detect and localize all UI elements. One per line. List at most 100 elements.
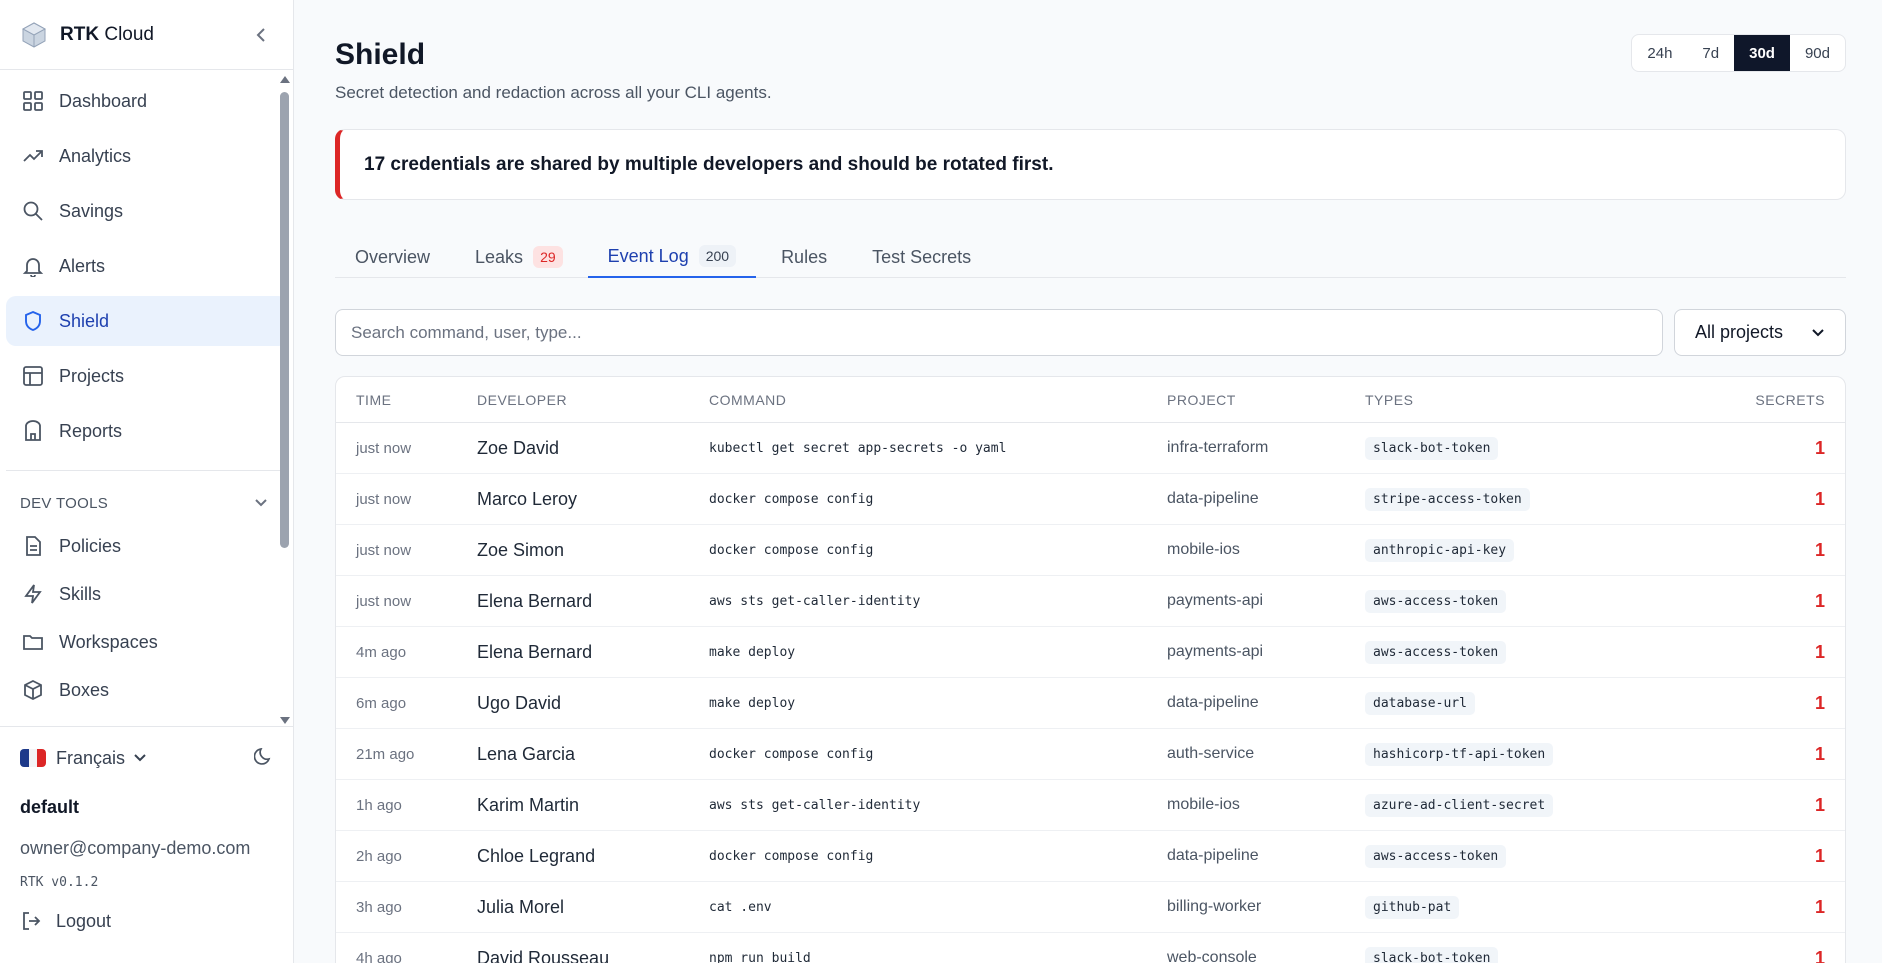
sidebar-item-policies[interactable]: Policies bbox=[6, 523, 288, 569]
range-90d-button[interactable]: 90d bbox=[1790, 35, 1845, 71]
sidebar-item-shield[interactable]: Shield bbox=[6, 296, 288, 346]
cell-secrets: 1 bbox=[1814, 437, 1825, 458]
section-dev-tools-toggle[interactable]: DEV TOOLS bbox=[0, 485, 294, 521]
table-row[interactable]: just now Elena Bernard aws sts get-calle… bbox=[336, 576, 1845, 627]
sidebar-item-reports[interactable]: Reports bbox=[6, 406, 288, 456]
cell-developer: Elena Bernard bbox=[477, 641, 593, 662]
cell-secrets: 1 bbox=[1814, 539, 1825, 560]
column-header-command[interactable]: COMMAND bbox=[709, 392, 1167, 408]
shield-icon bbox=[21, 309, 45, 333]
cell-secrets: 1 bbox=[1814, 845, 1825, 866]
cell-time: 4h ago bbox=[356, 949, 402, 963]
page-subtitle: Secret detection and redaction across al… bbox=[335, 83, 772, 102]
time-range-selector: 24h 7d 30d 90d bbox=[1631, 34, 1846, 72]
tab-label: Rules bbox=[781, 246, 828, 267]
project-filter-select[interactable]: All projects bbox=[1674, 309, 1846, 356]
cell-command: kubectl get secret app-secrets -o yaml bbox=[709, 440, 1007, 456]
nav-divider bbox=[6, 470, 288, 471]
table-row[interactable]: 2h ago Chloe Legrand docker compose conf… bbox=[336, 831, 1845, 882]
chevron-down-icon bbox=[1812, 328, 1824, 336]
column-header-developer[interactable]: DEVELOPER bbox=[477, 392, 709, 408]
secret-type-chip: github-pat bbox=[1365, 895, 1460, 919]
secret-type-chip: aws-access-token bbox=[1365, 640, 1507, 664]
cell-time: just now bbox=[356, 592, 412, 610]
tab-label: Leaks bbox=[475, 246, 524, 267]
sidebar-item-savings[interactable]: Savings bbox=[6, 186, 288, 236]
table-row[interactable]: 4h ago David Rousseau npm run build web-… bbox=[336, 933, 1845, 963]
chevron-down-icon bbox=[134, 754, 146, 762]
scroll-up-arrow-icon[interactable] bbox=[280, 76, 290, 83]
table-row[interactable]: 1h ago Karim Martin aws sts get-caller-i… bbox=[336, 780, 1845, 831]
tab-overview[interactable]: Overview bbox=[335, 236, 450, 278]
language-selector[interactable]: Français bbox=[20, 748, 147, 769]
secret-type-chip: slack-bot-token bbox=[1365, 436, 1499, 460]
sidebar-item-skills[interactable]: Skills bbox=[6, 571, 288, 617]
column-header-time[interactable]: TIME bbox=[336, 392, 477, 408]
cell-developer: Marco Leroy bbox=[477, 488, 578, 509]
event-count-badge: 200 bbox=[698, 245, 737, 267]
range-30d-button[interactable]: 30d bbox=[1734, 35, 1790, 71]
sidebar-item-boxes[interactable]: Boxes bbox=[6, 667, 288, 713]
tab-rules[interactable]: Rules bbox=[761, 236, 847, 278]
column-header-project[interactable]: PROJECT bbox=[1167, 392, 1365, 408]
sidebar-item-dashboard[interactable]: Dashboard bbox=[6, 76, 288, 126]
secret-type-chip: hashicorp-tf-api-token bbox=[1365, 742, 1554, 766]
cell-time: just now bbox=[356, 490, 412, 508]
france-flag-icon bbox=[20, 749, 46, 767]
sidebar: RTK Cloud Dashboard Analytics Savings Al… bbox=[0, 0, 294, 963]
table-row[interactable]: 3h ago Julia Morel cat .env billing-work… bbox=[336, 882, 1845, 933]
collapse-sidebar-button[interactable] bbox=[249, 23, 273, 47]
sidebar-item-analytics[interactable]: Analytics bbox=[6, 131, 288, 181]
cell-time: 1h ago bbox=[356, 796, 402, 814]
secret-type-chip: stripe-access-token bbox=[1365, 487, 1530, 511]
range-7d-button[interactable]: 7d bbox=[1687, 35, 1734, 71]
cell-developer: Zoe Simon bbox=[477, 539, 565, 560]
sidebar-item-label: Workspaces bbox=[59, 631, 158, 652]
search-icon bbox=[21, 199, 45, 223]
cell-secrets: 1 bbox=[1814, 692, 1825, 713]
cell-project: payments-api bbox=[1167, 643, 1264, 660]
tab-event-log[interactable]: Event Log 200 bbox=[587, 236, 757, 278]
moon-icon bbox=[253, 747, 271, 765]
range-24h-button[interactable]: 24h bbox=[1632, 35, 1687, 71]
secret-type-chip: azure-ad-client-secret bbox=[1365, 793, 1554, 817]
shield-tabs: Overview Leaks 29 Event Log 200 Rules Te… bbox=[335, 236, 1846, 278]
tab-leaks[interactable]: Leaks 29 bbox=[455, 236, 583, 278]
scrollbar-thumb[interactable] bbox=[280, 92, 289, 548]
secret-type-chip: slack-bot-token bbox=[1365, 946, 1499, 963]
cell-secrets: 1 bbox=[1814, 896, 1825, 917]
table-row[interactable]: just now Zoe Simon docker compose config… bbox=[336, 525, 1845, 576]
sidebar-item-alerts[interactable]: Alerts bbox=[6, 241, 288, 291]
scroll-down-arrow-icon[interactable] bbox=[280, 717, 290, 724]
search-input[interactable] bbox=[335, 309, 1663, 356]
sidebar-item-label: Projects bbox=[59, 365, 125, 386]
sidebar-scrollbar[interactable] bbox=[277, 76, 291, 724]
tab-test-secrets[interactable]: Test Secrets bbox=[852, 236, 991, 278]
trend-icon bbox=[21, 144, 45, 168]
report-icon bbox=[21, 419, 45, 443]
sidebar-item-label: Boxes bbox=[59, 679, 110, 700]
chevron-down-icon bbox=[255, 499, 267, 507]
cell-command: docker compose config bbox=[709, 491, 874, 507]
cell-command: docker compose config bbox=[709, 848, 874, 864]
language-row: Français bbox=[20, 727, 274, 789]
column-header-types[interactable]: TYPES bbox=[1365, 392, 1745, 408]
sidebar-item-workspaces[interactable]: Workspaces bbox=[6, 619, 288, 665]
cell-command: docker compose config bbox=[709, 746, 874, 762]
leaks-count-badge: 29 bbox=[533, 246, 563, 268]
table-row[interactable]: just now Zoe David kubectl get secret ap… bbox=[336, 423, 1845, 474]
logout-button[interactable]: Logout bbox=[20, 910, 274, 932]
table-row[interactable]: 6m ago Ugo David make deploy data-pipeli… bbox=[336, 678, 1845, 729]
cell-secrets: 1 bbox=[1814, 641, 1825, 662]
sidebar-item-label: Reports bbox=[59, 420, 123, 441]
sidebar-item-label: Savings bbox=[59, 200, 124, 221]
table-row[interactable]: just now Marco Leroy docker compose conf… bbox=[336, 474, 1845, 525]
cell-developer: Zoe David bbox=[477, 437, 560, 458]
table-row[interactable]: 21m ago Lena Garcia docker compose confi… bbox=[336, 729, 1845, 780]
theme-toggle-button[interactable] bbox=[253, 746, 274, 771]
table-row[interactable]: 4m ago Elena Bernard make deploy payment… bbox=[336, 627, 1845, 678]
sidebar-item-label: Analytics bbox=[59, 145, 132, 166]
column-header-secrets[interactable]: SECRETS bbox=[1745, 392, 1845, 408]
chevron-left-icon bbox=[256, 27, 265, 42]
sidebar-item-projects[interactable]: Projects bbox=[6, 351, 288, 401]
